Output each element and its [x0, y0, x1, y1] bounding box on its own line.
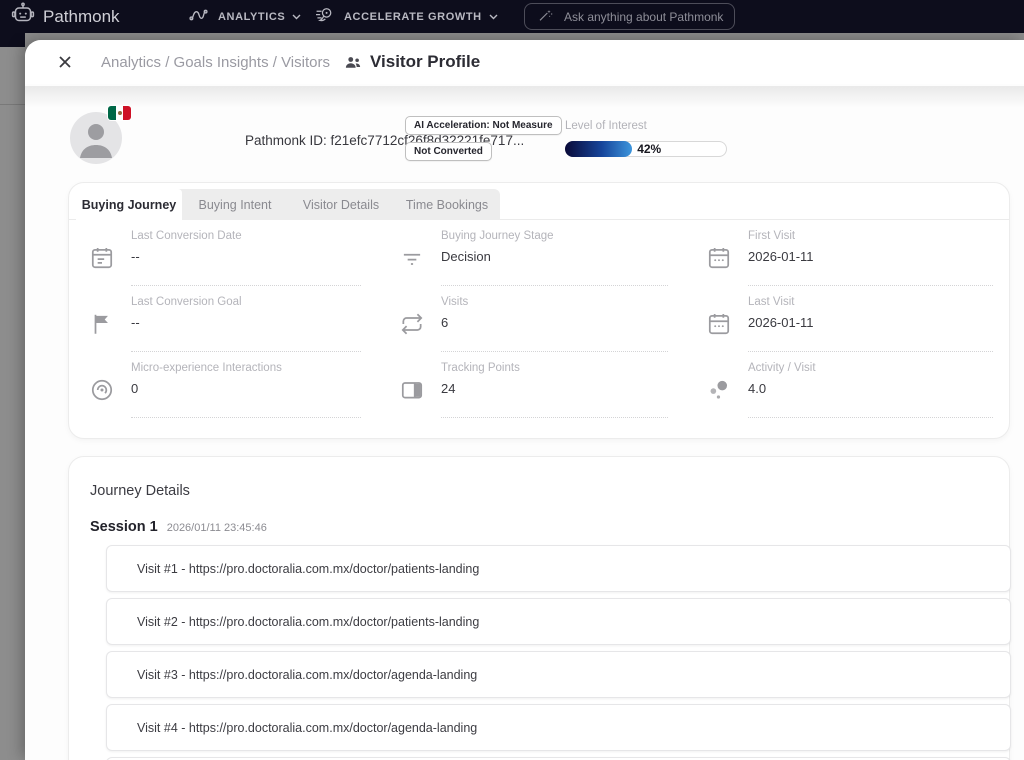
chevron-down-icon — [292, 14, 301, 20]
visit-row[interactable]: Visit #2 - https://pro.doctoralia.com.mx… — [106, 598, 1011, 645]
journey-details-title: Journey Details — [90, 483, 190, 499]
status-badges: AI Acceleration: Not Measure Not Convert… — [405, 116, 562, 161]
interest-fill — [565, 141, 632, 157]
visit-row[interactable]: Visit #4 - https://pro.doctoralia.com.mx… — [106, 704, 1011, 751]
visitor-avatar — [70, 112, 122, 164]
metric-buying-journey-stage: Buying Journey Stage Decision — [379, 220, 686, 286]
interest-percent: 42% — [637, 142, 661, 156]
metric-activity-per-visit: Activity / Visit 4.0 — [686, 352, 1011, 418]
journey-details-card: Journey Details Session 1 2026/01/11 23:… — [68, 456, 1010, 760]
mexico-flag-icon — [108, 106, 131, 120]
chevron-down-icon — [489, 14, 498, 20]
metric-tracking-points: Tracking Points 24 — [379, 352, 686, 418]
brand-name: Pathmonk — [43, 7, 120, 27]
level-of-interest: Level of Interest 42% — [565, 120, 727, 157]
accelerate-rocket-icon — [312, 5, 337, 28]
calendar-note-icon — [89, 245, 115, 286]
session-header: Session 1 2026/01/11 23:45:46 — [90, 519, 267, 535]
broadcast-icon — [89, 377, 115, 418]
flag-icon — [89, 311, 115, 352]
people-icon — [344, 55, 362, 70]
metric-value: 4.0 — [748, 381, 993, 396]
metric-label: Last Conversion Goal — [131, 296, 361, 308]
header-shadow-band — [25, 86, 1024, 108]
interest-progress-bar: 42% — [565, 141, 727, 157]
metric-label: Tracking Points — [441, 362, 668, 374]
metric-value: 6 — [441, 315, 668, 330]
metric-label: Micro-experience Interactions — [131, 362, 361, 374]
nav-accelerate-label: ACCELERATE GROWTH — [344, 11, 482, 23]
nav-menu-accelerate-growth[interactable]: ACCELERATE GROWTH — [312, 0, 498, 33]
nav-analytics-label: ANALYTICS — [218, 11, 285, 23]
ask-anything-label: Ask anything about Pathmonk — [564, 10, 723, 24]
tab-time-bookings[interactable]: Time Bookings — [394, 189, 500, 220]
tab-buying-journey[interactable]: Buying Journey — [76, 189, 182, 220]
metric-label: Last Visit — [748, 296, 993, 308]
metric-last-conversion-date: Last Conversion Date -- — [69, 220, 379, 286]
metric-value: 2026-01-11 — [748, 315, 993, 330]
metric-label: Visits — [441, 296, 668, 308]
repeat-icon — [399, 311, 425, 352]
breadcrumb[interactable]: Analytics / Goals Insights / Visitors — [101, 54, 330, 71]
visitor-profile-modal: Analytics / Goals Insights / Visitors Vi… — [25, 40, 1024, 760]
pathmonk-robot-logo-icon — [10, 2, 36, 31]
metric-first-visit: First Visit 2026-01-11 — [686, 220, 1011, 286]
nav-menu-analytics[interactable]: ANALYTICS — [186, 0, 301, 33]
bubbles-icon — [706, 377, 732, 418]
visit-row[interactable]: Visit #1 - https://pro.doctoralia.com.mx… — [106, 545, 1011, 592]
page-title: Visitor Profile — [370, 52, 480, 72]
metric-value: 2026-01-11 — [748, 249, 993, 264]
magic-wand-icon — [538, 7, 554, 26]
metric-value: -- — [131, 249, 361, 264]
metric-label: Activity / Visit — [748, 362, 993, 374]
tab-bar: Buying Journey Buying Intent Visitor Det… — [69, 183, 1009, 220]
metrics-card: Buying Journey Buying Intent Visitor Det… — [68, 182, 1010, 439]
tab-buying-intent[interactable]: Buying Intent — [182, 189, 288, 220]
metric-value: 24 — [441, 381, 668, 396]
session-label: Session 1 — [90, 519, 158, 535]
filter-icon — [399, 245, 425, 286]
metric-last-conversion-goal: Last Conversion Goal -- — [69, 286, 379, 352]
background-header-sliver — [0, 33, 25, 47]
metric-value: 0 — [131, 381, 361, 396]
modal-header: Analytics / Goals Insights / Visitors Vi… — [25, 40, 1024, 84]
metric-label: Buying Journey Stage — [441, 230, 668, 242]
close-icon — [58, 55, 72, 69]
metric-label: First Visit — [748, 230, 993, 242]
calendar-icon — [706, 311, 732, 352]
ask-anything-button[interactable]: Ask anything about Pathmonk — [524, 3, 735, 30]
metric-visits: Visits 6 — [379, 286, 686, 352]
session-timestamp: 2026/01/11 23:45:46 — [167, 522, 267, 534]
metric-last-visit: Last Visit 2026-01-11 — [686, 286, 1011, 352]
interest-label: Level of Interest — [565, 120, 727, 132]
metric-value: -- — [131, 315, 361, 330]
tab-visitor-details[interactable]: Visitor Details — [288, 189, 394, 220]
not-converted-badge: Not Converted — [405, 142, 492, 161]
analytics-squiggle-icon — [186, 5, 211, 28]
close-button[interactable] — [55, 52, 75, 72]
ai-acceleration-badge: AI Acceleration: Not Measure — [405, 116, 562, 135]
top-navbar: Pathmonk ANALYTICS ACCELERATE GROWTH — [0, 0, 1024, 33]
metric-value: Decision — [441, 249, 668, 264]
background-divider — [0, 104, 25, 105]
calendar-icon — [706, 245, 732, 286]
layout-icon — [399, 377, 425, 418]
pathmonk-brand[interactable]: Pathmonk — [10, 0, 120, 33]
visit-list: Visit #1 - https://pro.doctoralia.com.mx… — [106, 545, 1011, 760]
metrics-grid: Last Conversion Date -- Buying Journey S… — [69, 220, 1009, 418]
metric-label: Last Conversion Date — [131, 230, 361, 242]
metric-micro-experience-interactions: Micro-experience Interactions 0 — [69, 352, 379, 418]
visit-row[interactable]: Visit #3 - https://pro.doctoralia.com.mx… — [106, 651, 1011, 698]
